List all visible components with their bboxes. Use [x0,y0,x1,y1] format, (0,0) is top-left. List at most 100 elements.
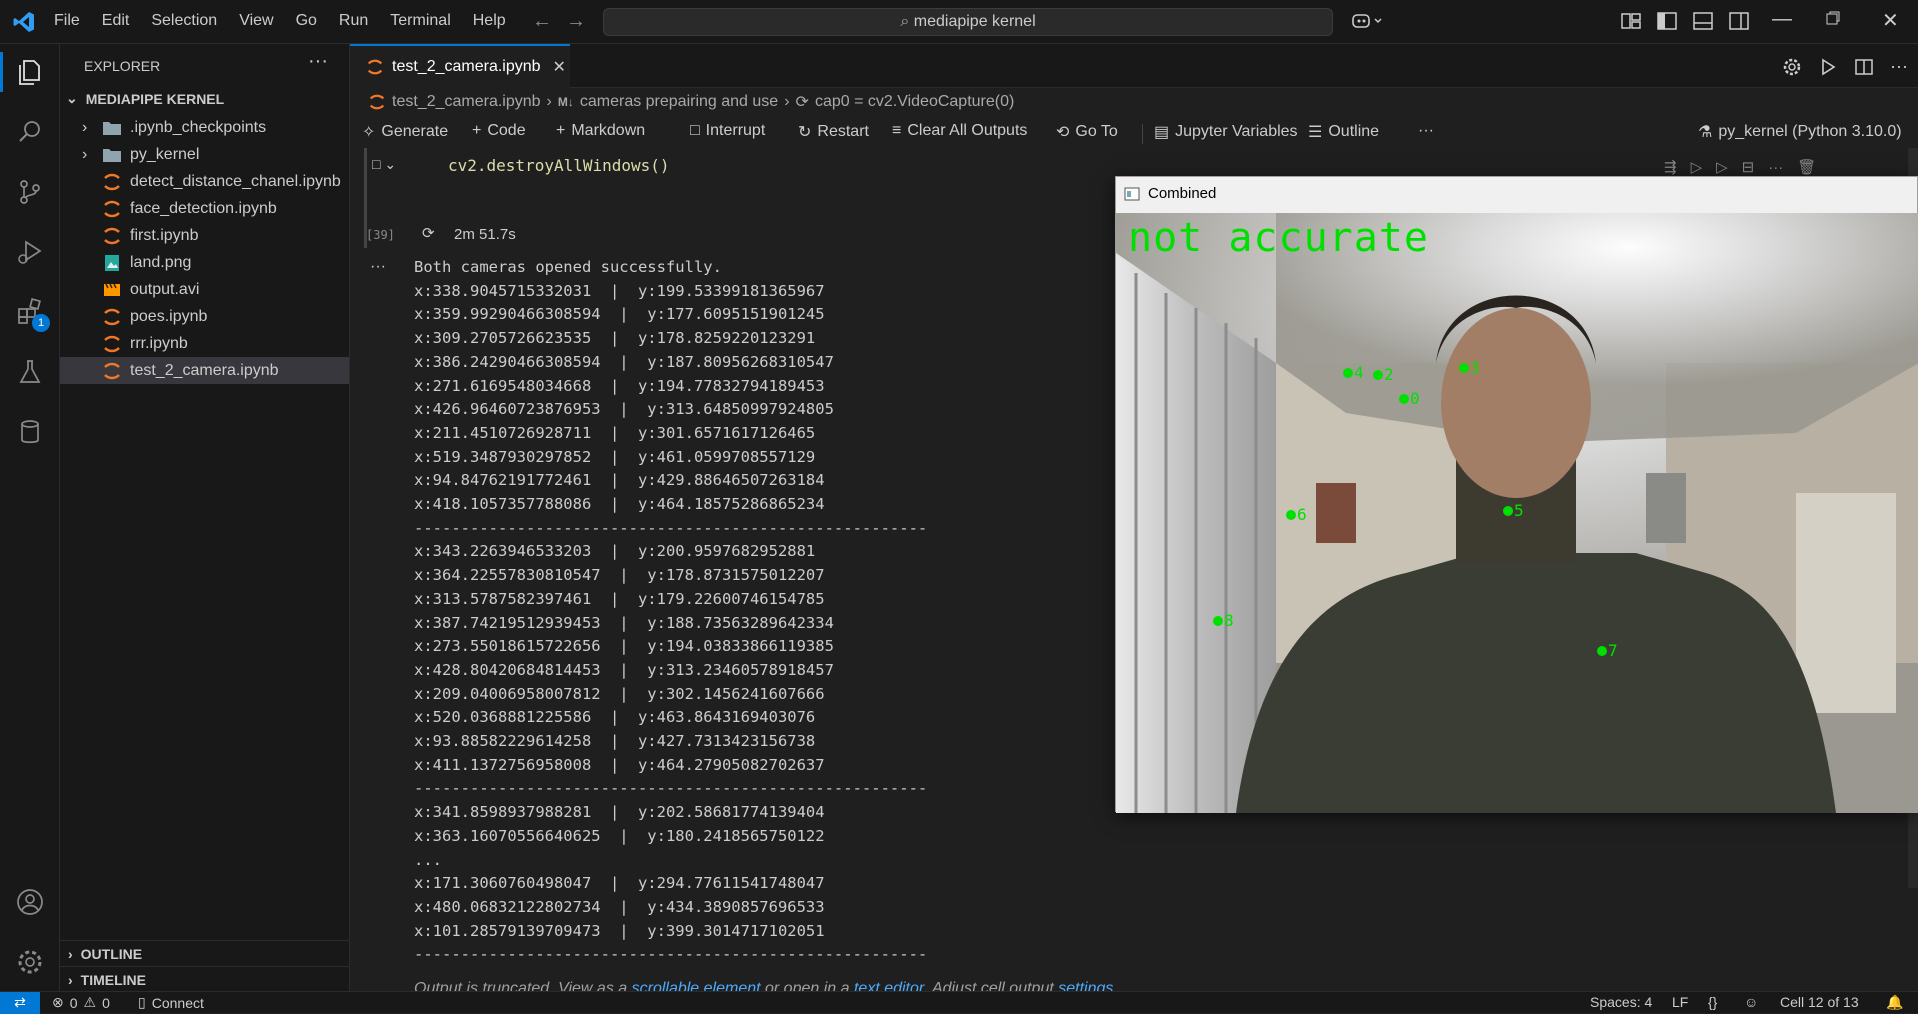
toggle-secondary-sidebar-icon[interactable] [1728,10,1750,32]
tab-test-2-camera[interactable]: test_2_camera.ipynb ✕ [350,44,570,88]
split-editor-icon[interactable] [1854,57,1874,77]
cell-more-icon[interactable]: ··· [1768,159,1783,176]
more-actions-icon[interactable]: ··· [1890,56,1908,77]
layout-customize-icon[interactable] [1620,10,1642,32]
toolbar-more-button[interactable]: ··· [1418,122,1434,140]
tree-item-output-avi[interactable]: output.avi [60,276,349,303]
clear-all-icon: ≡ [892,122,902,139]
kernel-picker[interactable]: ⚗ py_kernel (Python 3.10.0) [1698,122,1902,142]
output-line: x:426.96460723876953 | y:313.64850997924… [414,400,834,419]
forward-arrow-icon[interactable]: → [566,10,586,33]
output-more-icon[interactable]: ··· [370,258,386,276]
tree-item-detect-distance[interactable]: detect_distance_chanel.ipynb [60,168,349,195]
explorer-icon[interactable] [10,52,50,92]
language-mode-indicator[interactable]: {} [1708,994,1717,1010]
breadcrumb-cell[interactable]: cap0 = cv2.VideoCapture(0) [815,93,1014,111]
tree-item-poes[interactable]: poes.ipynb [60,303,349,330]
workspace-section-header[interactable]: ⌄ MEDIAPIPE KERNEL [66,90,224,107]
window-titlebar[interactable]: Combined [1124,185,1216,202]
indentation-indicator[interactable]: Spaces: 4 [1590,994,1652,1010]
remote-icon[interactable]: ⇄ [0,992,40,1014]
tab-label: test_2_camera.ipynb [392,58,541,75]
outline-button[interactable]: ☰ Outline [1308,122,1379,142]
search-icon: ⌕ [900,13,914,30]
back-arrow-icon[interactable]: ← [532,10,552,33]
restore-icon[interactable] [1825,10,1841,31]
run-all-icon[interactable] [1818,57,1838,77]
clear-outputs-button[interactable]: ≡ Clear All Outputs [892,122,1027,140]
close-tab-icon[interactable]: ✕ [553,57,566,77]
database-icon[interactable] [10,412,50,452]
menu-edit[interactable]: Edit [102,12,130,30]
testing-icon[interactable] [10,352,50,392]
breadcrumb-section[interactable]: cameras prepairing and use [580,93,778,111]
copilot-icon[interactable] [1350,10,1384,37]
close-window-icon[interactable]: ✕ [1882,8,1899,33]
error-icon: ⊗ [52,994,64,1010]
split-cell-icon[interactable]: ⊟ [1742,158,1755,176]
menu-run[interactable]: Run [339,12,368,30]
eol-indicator[interactable]: LF [1672,994,1688,1010]
jupyter-variables-button[interactable]: ▤ Jupyter Variables [1154,122,1298,142]
toggle-panel-icon[interactable] [1692,10,1714,32]
notifications-bell-icon[interactable]: 🔔 [1886,994,1903,1011]
minimize-icon[interactable]: — [1772,8,1792,31]
toggle-primary-sidebar-icon[interactable] [1656,10,1678,32]
cell-code[interactable]: cv2.destroyAllWindows() [448,156,670,175]
breadcrumb: test_2_camera.ipynb › M↓ cameras prepair… [350,88,1918,118]
delete-cell-icon[interactable]: 🗑 [1797,158,1816,176]
add-markdown-button[interactable]: + Markdown [556,122,645,140]
landmark-label: 4 [1354,363,1364,382]
menu-selection[interactable]: Selection [151,12,217,30]
add-code-button[interactable]: + Code [472,122,526,140]
source-control-icon[interactable] [10,172,50,212]
output-line: x:343.2263946533203 | y:200.959768295288… [414,542,816,561]
combined-window[interactable]: Combined not accurate 0 2 3 4 5 6 7 8 [1115,176,1918,813]
settings-gear-icon[interactable] [10,942,50,982]
warning-icon: ⚠ [83,994,97,1010]
menu-file[interactable]: File [54,12,80,30]
sidebar-more-icon[interactable]: ··· [308,50,328,73]
tree-item-py-kernel[interactable]: › py_kernel [60,141,349,168]
menu-terminal[interactable]: Terminal [390,12,450,30]
account-icon[interactable] [10,882,50,922]
menu-help[interactable]: Help [473,12,506,30]
menu-go[interactable]: Go [296,12,317,30]
tree-item-first[interactable]: first.ipynb [60,222,349,249]
run-cell-icon[interactable]: ▷ [1691,158,1703,176]
chevron-right-icon: › [784,93,790,110]
copilot-status-icon[interactable]: ☺ [1744,994,1758,1010]
extensions-icon[interactable]: 1 [10,292,50,332]
activity-bar: 1 [0,44,60,991]
menu-view[interactable]: View [239,12,273,30]
connect-button[interactable]: ▯ Connect [138,994,204,1011]
restart-button[interactable]: ↻ Restart [798,122,869,142]
outline-section-header[interactable]: › OUTLINE [60,940,349,966]
generate-button[interactable]: ✧ Generate [362,122,448,142]
command-center-search[interactable]: ⌕ mediapipe kernel [603,8,1333,36]
markdown-icon: M↓ [557,95,574,109]
tree-item-land-png[interactable]: land.png [60,249,349,276]
search-icon[interactable] [10,112,50,152]
gear-icon[interactable] [1782,57,1802,77]
cell-indicator[interactable]: Cell 12 of 13 [1780,994,1859,1010]
go-to-button[interactable]: ⟲ Go To [1056,122,1118,142]
tree-item-rrr[interactable]: rrr.ipynb [60,330,349,357]
landmark-label: 0 [1410,389,1420,408]
timeline-section-header[interactable]: › TIMELINE [60,966,349,992]
connect-label: Connect [151,994,204,1011]
breadcrumb-file[interactable]: test_2_camera.ipynb [392,93,541,111]
tree-item-test-2-camera[interactable]: test_2_camera.ipynb [60,357,349,384]
tree-item-ipynb-checkpoints[interactable]: › .ipynb_checkpoints [60,114,349,141]
run-debug-icon[interactable] [10,232,50,272]
interrupt-button[interactable]: □ Interrupt [690,122,765,140]
restart-icon: ↻ [798,124,812,141]
toolbar-divider [1142,124,1143,144]
cell-status-icon[interactable]: □ ⌄ [372,156,396,173]
landmark-point [1286,510,1296,520]
run-below-icon[interactable]: ▷ [1716,158,1728,176]
interrupt-label: Interrupt [705,122,766,139]
tree-item-face-detection[interactable]: face_detection.ipynb [60,195,349,222]
problems-indicator[interactable]: ⊗ 0 ⚠ 0 [52,994,110,1011]
run-above-icon[interactable]: ⇶ [1664,158,1677,176]
